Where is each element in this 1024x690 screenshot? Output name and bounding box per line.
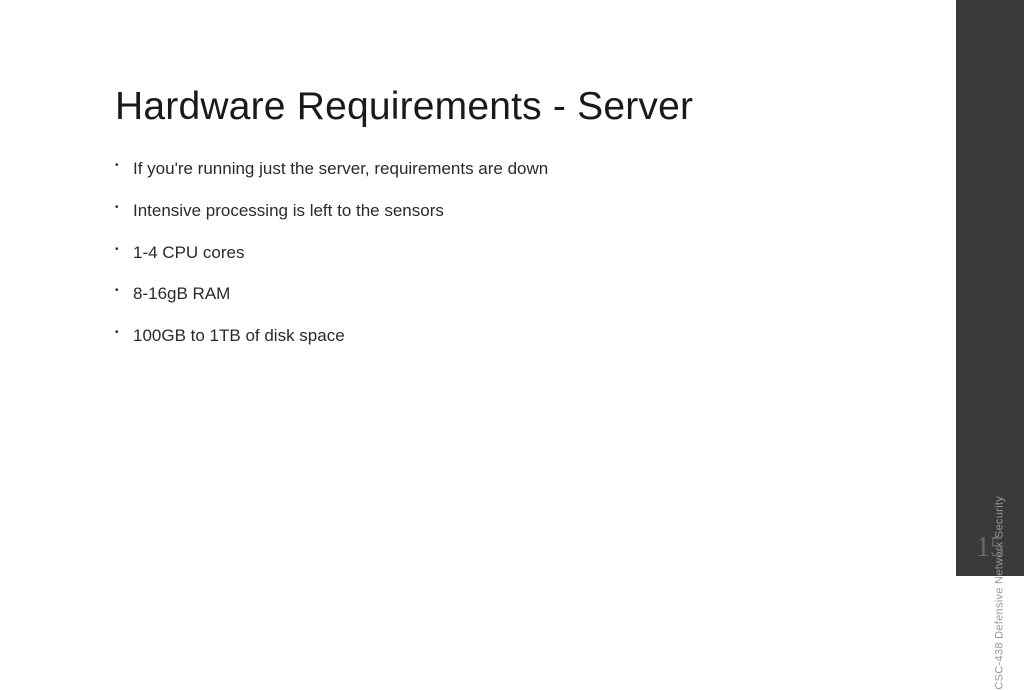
course-label: CSC-438 Defensive Network Security xyxy=(994,496,1006,690)
slide-title: Hardware Requirements - Server xyxy=(115,85,916,129)
bullet-item: 100GB to 1TB of disk space xyxy=(115,324,916,348)
bullet-list: If you're running just the server, requi… xyxy=(115,157,916,348)
page-number: 15 xyxy=(956,532,1024,564)
sidebar: CSC-438 Defensive Network Security 15 xyxy=(956,0,1024,576)
slide-content: Hardware Requirements - Server If you're… xyxy=(0,0,956,576)
bullet-item: 1-4 CPU cores xyxy=(115,241,916,265)
bullet-item: If you're running just the server, requi… xyxy=(115,157,916,181)
bullet-item: 8-16gB RAM xyxy=(115,282,916,306)
bullet-item: Intensive processing is left to the sens… xyxy=(115,199,916,223)
